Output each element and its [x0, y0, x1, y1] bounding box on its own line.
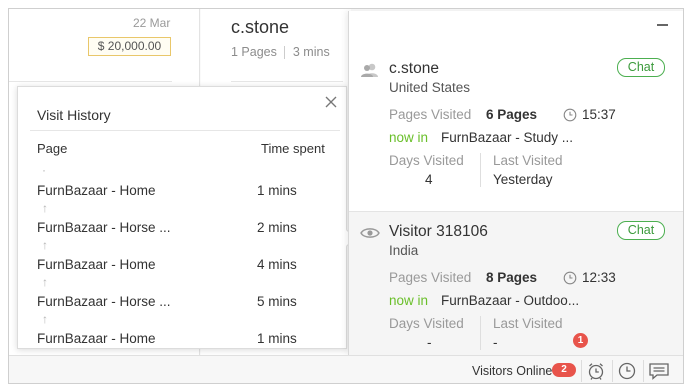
chat-bubble-icon[interactable] — [648, 361, 670, 381]
clock-icon — [563, 108, 577, 122]
divider — [612, 360, 613, 382]
user-icon — [361, 63, 378, 77]
notification-badge: 1 — [573, 333, 588, 348]
visit-time: 12:33 — [582, 270, 616, 285]
bottom-bar: Visitors Online 2 — [9, 355, 683, 383]
visitor-name[interactable]: Visitor 318106 — [389, 223, 488, 241]
clock-icon — [563, 271, 577, 285]
history-time: 4 mins — [257, 257, 297, 272]
now-in-label: now in — [389, 130, 429, 145]
deal-amount-badge: $ 20,000.00 — [88, 37, 171, 56]
last-visited-label: Last Visited — [493, 316, 563, 331]
days-visited-value: - — [427, 335, 432, 350]
up-arrow-icon: ↑ — [42, 238, 48, 252]
column-header-time-spent: Time spent — [261, 141, 325, 156]
history-time: 1 mins — [257, 331, 297, 346]
pages-visited-label: Pages Visited — [389, 107, 472, 122]
up-arrow-icon: ↑ — [42, 312, 48, 326]
divider — [480, 316, 481, 350]
visitors-online-count-badge: 2 — [552, 363, 576, 377]
history-time: 1 mins — [257, 183, 297, 198]
visitor-card[interactable]: Visitor 318106 India Chat Pages Visited … — [349, 211, 683, 355]
contact-name[interactable]: c.stone — [231, 17, 289, 38]
visitor-country: India — [389, 243, 419, 258]
visitor-country: United States — [389, 80, 471, 95]
pages-visited-value: 8 Pages — [486, 270, 538, 285]
history-page: FurnBazaar - Horse ... — [37, 294, 171, 309]
last-visited-value: Yesterday — [493, 172, 553, 187]
column-header-page: Page — [37, 141, 68, 156]
divider — [231, 81, 343, 82]
history-page: FurnBazaar - Home — [37, 257, 156, 272]
pages-visited-value: 6 Pages — [486, 107, 538, 122]
pages-count: 1 Pages — [231, 45, 277, 59]
divider — [480, 153, 481, 187]
history-page: FurnBazaar - Home — [37, 183, 156, 198]
current-page: FurnBazaar - Outdoo... — [441, 293, 580, 308]
history-page: FurnBazaar - Horse ... — [37, 220, 171, 235]
deal-date: 22 Mar — [133, 16, 171, 30]
contact-meta: 1 Pages 3 mins — [231, 45, 330, 60]
visit-time: 15:37 — [582, 107, 616, 122]
close-icon[interactable] — [323, 94, 339, 110]
divider — [581, 360, 582, 382]
visit-history-popup: Visit History Page Time spent · FurnBaza… — [17, 86, 356, 349]
divider — [9, 81, 172, 82]
up-arrow-icon: ↑ — [42, 275, 48, 289]
meta-separator — [283, 46, 285, 60]
current-page: FurnBazaar - Study ... — [441, 130, 574, 145]
last-visited-label: Last Visited — [493, 153, 563, 168]
days-visited-value: 4 — [425, 172, 433, 187]
eye-icon — [360, 228, 380, 238]
last-visited-value: - — [493, 335, 498, 350]
clock-icon[interactable] — [617, 361, 637, 381]
divider — [30, 130, 340, 131]
timeline-dot: · — [42, 163, 46, 177]
history-page: FurnBazaar - Home — [37, 331, 156, 346]
visitor-card[interactable]: c.stone United States Chat Pages Visited… — [349, 11, 683, 211]
history-time: 2 mins — [257, 220, 297, 235]
visitors-online-label[interactable]: Visitors Online — [472, 364, 552, 378]
chat-button[interactable]: Chat — [617, 58, 665, 77]
visitor-name[interactable]: c.stone — [389, 60, 439, 78]
history-time: 5 mins — [257, 294, 297, 309]
alarm-clock-icon[interactable] — [586, 361, 606, 381]
pages-visited-label: Pages Visited — [389, 270, 472, 285]
visitors-panel: c.stone United States Chat Pages Visited… — [348, 11, 683, 355]
days-visited-label: Days Visited — [389, 316, 464, 331]
chat-button[interactable]: Chat — [617, 221, 665, 240]
now-in-label: now in — [389, 293, 429, 308]
up-arrow-icon: ↑ — [42, 201, 48, 215]
app-frame: 22 Mar $ 20,000.00 c.stone 1 Pages 3 mins… — [8, 8, 684, 384]
divider — [643, 360, 644, 382]
time-spent: 3 mins — [292, 45, 330, 59]
days-visited-label: Days Visited — [389, 153, 464, 168]
visit-history-title: Visit History — [37, 107, 111, 123]
